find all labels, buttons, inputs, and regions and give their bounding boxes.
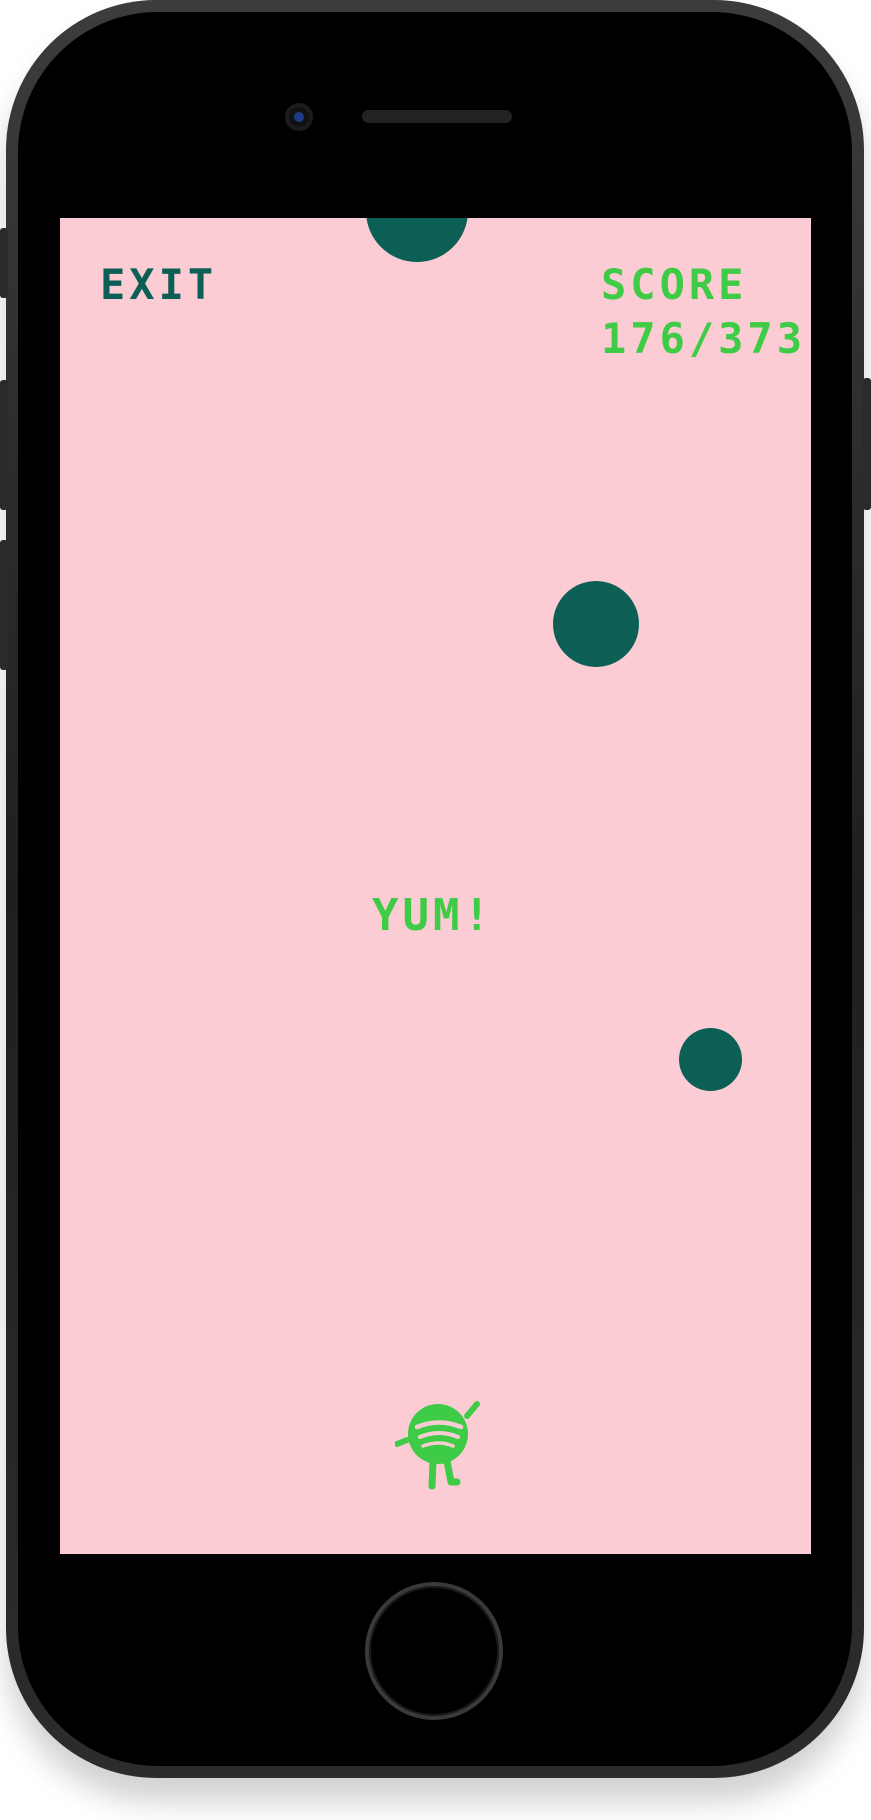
exit-button[interactable]: EXIT xyxy=(100,264,217,306)
front-camera xyxy=(285,103,313,131)
power-button xyxy=(863,378,871,510)
volume-down-button xyxy=(0,540,8,670)
game-screen[interactable]: EXIT SCORE 176/373 YUM! xyxy=(60,218,811,1554)
score-value: 176/373 xyxy=(601,314,807,363)
feedback-text: YUM! xyxy=(372,890,494,941)
falling-ball xyxy=(679,1028,742,1091)
earpiece-speaker xyxy=(362,110,512,123)
home-button[interactable] xyxy=(369,1586,499,1716)
volume-up-button xyxy=(0,380,8,510)
mute-switch xyxy=(0,228,8,298)
falling-ball xyxy=(366,218,468,262)
spotify-creature-icon[interactable] xyxy=(395,1396,485,1496)
falling-ball xyxy=(553,581,639,667)
score-label: SCORE xyxy=(601,260,748,309)
